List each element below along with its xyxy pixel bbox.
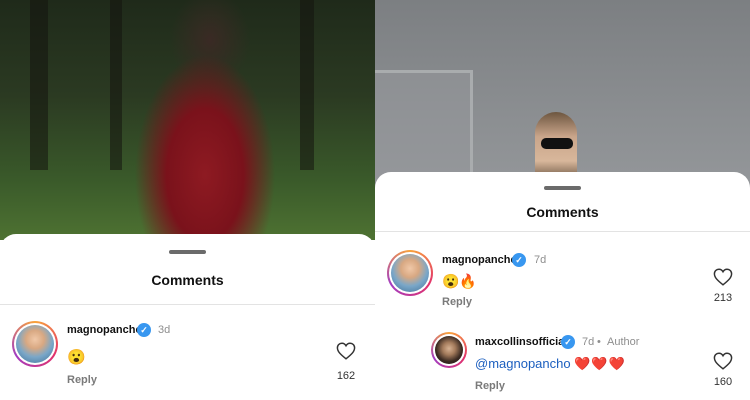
avatar-image [391,254,429,292]
background-tree [300,0,314,170]
reply-button[interactable]: Reply [67,374,97,386]
heart-outline-icon[interactable] [336,342,356,360]
heart-outline-icon[interactable] [713,352,733,370]
comment-item: magnopancho ✓ 7d 😮🔥 Reply 213 [375,246,750,316]
meta-separator: • [597,336,601,348]
author-badge: Author [607,336,640,348]
avatar[interactable] [12,321,58,367]
avatar[interactable] [431,332,467,368]
comment-item: magnopancho ✓ 3d 😮 Reply 162 [0,318,375,398]
hearts-emoji: ❤️❤️❤️ [574,356,626,371]
sheet-title: Comments [526,204,599,220]
background-tree [110,0,122,170]
heart-outline-icon[interactable] [713,268,733,286]
verified-icon: ✓ [512,253,526,267]
verified-icon: ✓ [561,335,575,349]
like-count: 160 [713,376,733,388]
reply-time: 7d [582,336,595,348]
mention-link[interactable]: @magnopancho [475,356,571,371]
verified-icon: ✓ [137,323,151,337]
comment-time: 7d [534,254,547,266]
comments-sheet: Comments magnopancho ✓ 3d 😮 Reply 162 [0,234,375,400]
comment-text: 😮 [67,349,86,366]
reply-button[interactable]: Reply [475,380,505,392]
like-count: 213 [713,292,733,304]
post-photo-red-sweater [0,0,375,240]
comments-sheet: Comments magnopancho ✓ 7d 😮🔥 Reply 213 m… [375,172,750,400]
comment-username[interactable]: magnopancho [442,254,517,266]
divider [0,304,375,305]
post-photo-sunglasses [375,0,750,190]
comment-text: 😮🔥 [442,273,477,289]
reply-text: @magnopancho ❤️❤️❤️ [475,356,626,372]
left-screenshot: Comments magnopancho ✓ 3d 😮 Reply 162 [0,0,375,400]
reply-button[interactable]: Reply [442,296,472,308]
sheet-title: Comments [151,272,224,288]
reply-username[interactable]: maxcollinsofficial [475,336,567,348]
sheet-drag-handle[interactable] [544,186,581,190]
background-tree [30,0,48,170]
like-count: 162 [336,370,356,382]
comment-username[interactable]: magnopancho [67,324,142,336]
divider [375,231,750,232]
sheet-drag-handle[interactable] [169,250,206,254]
reply-item: maxcollinsofficial ✓ 7d • Author @magnop… [375,330,750,398]
avatar-image [435,336,463,364]
sunglasses [541,138,573,149]
avatar[interactable] [387,250,433,296]
avatar-image [16,325,54,363]
right-screenshot: Comments magnopancho ✓ 7d 😮🔥 Reply 213 m… [375,0,750,400]
comment-time: 3d [158,324,171,336]
